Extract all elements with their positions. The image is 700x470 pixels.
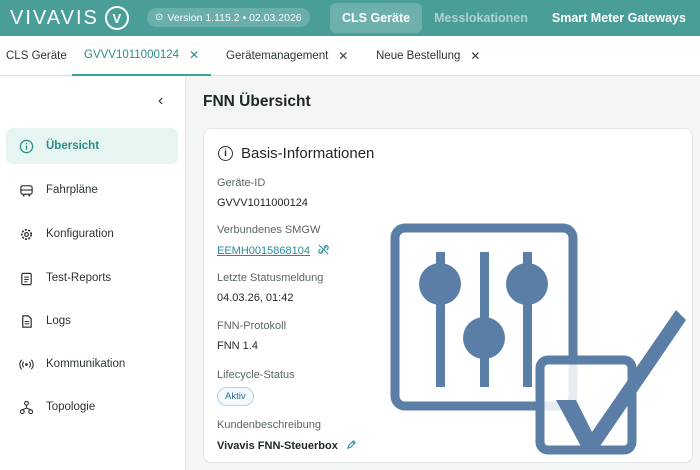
field-smgw: Verbundenes SMGW EEMH0015868104 [217,224,329,258]
close-icon[interactable]: ✕ [189,48,199,62]
field-device-id: Geräte-ID GVVV1011000124 [217,177,308,209]
field-value: 04.03.26, 01:42 [217,292,294,304]
logo-mark-icon: V [104,6,129,30]
version-text: Version 1.115.2 • 02.03.2026 [167,11,302,24]
card-header: i Basis-Informationen [218,145,374,162]
sidebar-item-kommunikation[interactable]: Kommunikation [6,346,178,382]
configuration-check-graphic [390,223,686,455]
sidebar-item-label: Test-Reports [46,272,112,284]
bus-icon [18,182,34,198]
close-icon[interactable]: ✕ [470,49,480,63]
pencil-icon[interactable] [346,439,357,453]
nav-smart-meter-gateways[interactable]: Smart Meter Gateways [540,3,698,33]
chevron-left-icon[interactable]: ‹ [158,92,163,110]
sidebar-item-label: Übersicht [46,140,100,152]
logo-text: VIVAVIS [10,6,99,29]
tab-device-gvvv1011000124[interactable]: GVVV1011000124 ✕ [72,36,212,76]
close-icon[interactable]: ✕ [338,49,348,63]
tab-neue-bestellung[interactable]: Neue Bestellung ✕ [376,36,480,76]
sidebar-item-uebersicht[interactable]: Übersicht [6,128,178,164]
nav-messlokationen[interactable]: Messlokationen [422,3,540,33]
sidebar-item-test-reports[interactable]: Test-Reports [6,260,178,296]
field-kundenbeschreibung: Kundenbeschreibung Vivavis FNN-Steuerbox [217,419,357,453]
field-label: Lifecycle-Status [217,369,295,381]
gear-icon [18,226,34,242]
field-letzte-statusmeldung: Letzte Statusmeldung 04.03.26, 01:42 [217,272,323,304]
field-fnn-protokoll: FNN-Protokoll FNN 1.4 [217,320,286,352]
version-badge: ⊙ Version 1.115.2 • 02.03.2026 [147,8,310,27]
field-value-row: Vivavis FNN-Steuerbox [217,439,357,453]
field-label: FNN-Protokoll [217,320,287,332]
sidebar-item-label: Topologie [46,401,96,413]
sidebar: ‹ Übersicht Fahrpläne Konfiguration Test… [0,77,186,470]
tab-label: CLS Geräte [6,50,67,62]
smgw-link[interactable]: EEMH0015868104 [217,245,310,257]
field-value: GVVV1011000124 [217,197,308,209]
field-label: Kundenbeschreibung [217,419,321,431]
report-icon [18,270,34,286]
nav-cls-geraete[interactable]: CLS Geräte [330,3,423,33]
tab-cls-geraete[interactable]: CLS Geräte [6,36,67,76]
sidebar-item-logs[interactable]: Logs [6,303,178,339]
status-badge: Aktiv [217,387,254,406]
top-navigation-bar: VIVAVIS V ⊙ Version 1.115.2 • 02.03.2026… [0,0,700,36]
sidebar-item-label: Konfiguration [46,228,114,240]
sidebar-item-fahrplaene[interactable]: Fahrpläne [6,172,178,208]
description-value: Vivavis FNN-Steuerbox [217,440,338,452]
tab-label: Gerätemanagement [226,50,329,62]
sidebar-item-label: Logs [46,315,71,327]
app-logo[interactable]: VIVAVIS V [10,6,129,30]
sidebar-item-label: Fahrpläne [46,184,98,196]
document-icon [18,313,34,329]
field-lifecycle-status: Lifecycle-Status Aktiv [217,369,295,406]
field-value: FNN 1.4 [217,340,258,352]
main-nav: CLS Geräte Messlokationen Smart Meter Ga… [330,3,698,33]
sidebar-item-konfiguration[interactable]: Konfiguration [6,216,178,252]
info-icon [18,138,34,154]
broadcast-icon [18,356,34,372]
field-value-row: EEMH0015868104 [217,244,329,258]
clock-icon: ⊙ [155,12,164,23]
sidebar-item-topologie[interactable]: Topologie [6,389,178,425]
info-icon: i [218,146,233,161]
unlink-icon[interactable] [318,244,329,258]
sidebar-item-label: Kommunikation [46,358,126,370]
page-title: FNN Übersicht [203,93,311,110]
field-label: Geräte-ID [217,177,266,189]
field-label: Letzte Statusmeldung [217,272,324,284]
tab-label: Neue Bestellung [376,50,461,62]
field-label: Verbundenes SMGW [217,224,321,236]
topology-icon [18,399,34,415]
tab-geraetemanagement[interactable]: Gerätemanagement ✕ [226,36,348,76]
card-title: Basis-Informationen [241,145,375,162]
tab-bar: CLS Geräte GVVV1011000124 ✕ Gerätemanage… [0,36,700,76]
tab-label: GVVV1011000124 [84,49,180,61]
